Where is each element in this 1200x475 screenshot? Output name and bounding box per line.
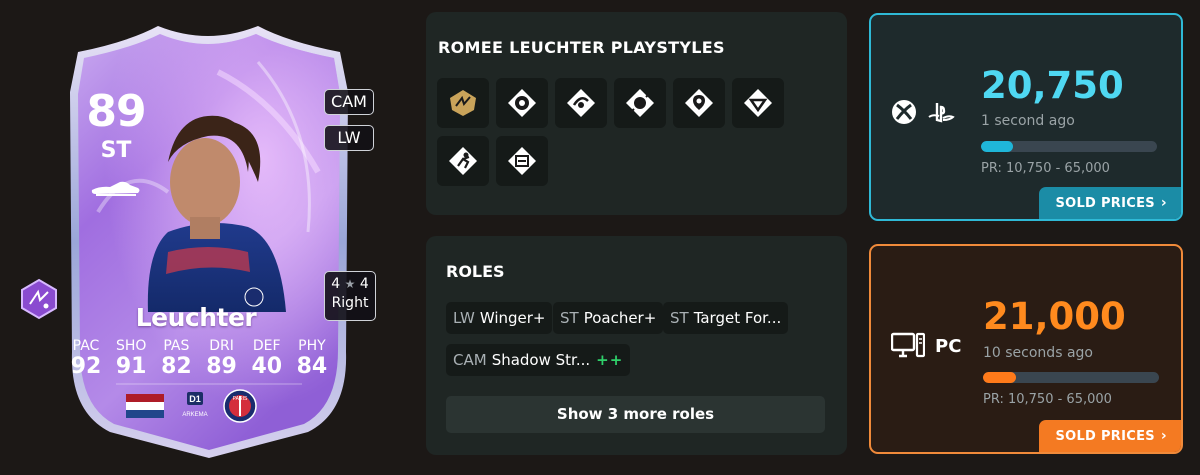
sold-prices-label: SOLD PRICES	[1055, 196, 1155, 211]
stat-phy: PHY 84	[290, 338, 334, 380]
stat-def: DEF 40	[245, 338, 289, 380]
playstyle-plus-gold-icon	[450, 90, 476, 116]
roles-title: ROLES	[446, 262, 505, 281]
role-position: ST	[560, 309, 579, 327]
role-name: Target For...	[693, 309, 782, 327]
stat-label: PAC	[72, 338, 100, 354]
pc-price-box: PC 21,000 10 seconds ago PR: 10,750 - 65…	[869, 244, 1183, 454]
stat-pac: PAC 92	[64, 338, 108, 380]
club-logo-icon: PARIS	[223, 389, 257, 423]
playstation-icon	[928, 103, 955, 123]
stat-label: PAS	[163, 338, 190, 354]
stat-label: PHY	[298, 338, 326, 354]
playstyles-title: ROMEE LEUCHTER PLAYSTYLES	[438, 38, 725, 57]
playstyle-tile[interactable]	[614, 78, 666, 128]
playstyle-tile[interactable]	[496, 136, 548, 186]
pc-sold-prices-button[interactable]: SOLD PRICES ›	[1039, 420, 1181, 452]
stats-row: PAC 92 SHO 91 PAS 82 DRI 89 DEF 40 PHY 8…	[64, 338, 334, 380]
console-price-range-bar	[981, 141, 1157, 152]
role-position: LW	[453, 309, 475, 327]
stat-label: DRI	[209, 338, 234, 354]
svg-text:PARIS: PARIS	[233, 396, 248, 402]
acrobatic-icon	[449, 147, 477, 175]
stat-label: DEF	[252, 338, 281, 354]
playstyle-tile[interactable]	[732, 78, 784, 128]
console-updated-time: 1 second ago	[981, 113, 1075, 129]
pc-price-range-bar	[983, 372, 1159, 383]
playstyle-tile[interactable]	[555, 78, 607, 128]
sold-prices-label: SOLD PRICES	[1055, 429, 1155, 444]
playstyle-tile[interactable]	[496, 78, 548, 128]
stat-label: SHO	[115, 338, 147, 354]
playstyles-panel: ROMEE LEUCHTER PLAYSTYLES	[426, 12, 847, 215]
pc-price: 21,000	[983, 295, 1126, 338]
stat-value: 84	[296, 354, 328, 379]
roles-panel: ROLES LW Winger+ ST Poacher+ ST Target For.…	[426, 236, 847, 455]
console-platform-icons	[891, 99, 955, 125]
skill-weakfoot-badge: 4 ★ 4 Right	[324, 271, 376, 321]
netherlands-flag-icon	[126, 394, 164, 418]
role-chip[interactable]: ST Poacher+	[553, 302, 664, 334]
svg-text:ARKEMA: ARKEMA	[182, 412, 207, 418]
role-chip[interactable]: ST Target For...	[663, 302, 789, 334]
stat-value: 89	[206, 354, 237, 379]
console-sold-prices-button[interactable]: SOLD PRICES ›	[1039, 187, 1181, 219]
pc-updated-time: 10 seconds ago	[983, 345, 1093, 361]
pc-icon	[891, 332, 925, 358]
player-card[interactable]: 89 ST CAM LW 4 ★ 4 Right Leuchter PAC 92…	[18, 12, 400, 464]
preferred-foot: Right	[331, 295, 369, 311]
trickster-icon	[744, 89, 772, 117]
playstyles-grid	[437, 78, 787, 186]
stat-pas: PAS 82	[154, 338, 198, 380]
svg-text:D1: D1	[189, 394, 201, 404]
role-position: ST	[670, 309, 689, 327]
role-chip[interactable]: CAM Shadow Str... ++	[446, 344, 631, 376]
stat-sho: SHO 91	[109, 338, 153, 380]
role-name: Winger+	[479, 309, 546, 327]
first-touch-icon	[508, 147, 536, 175]
playstyle-tile[interactable]	[437, 136, 489, 186]
console-price-range: PR: 10,750 - 65,000	[981, 161, 1110, 176]
alt-position-lw: LW	[324, 125, 374, 151]
role-name: Shadow Str...	[491, 351, 591, 369]
console-price-range-fill	[981, 141, 1013, 152]
evolution-badge-icon	[21, 278, 57, 320]
show-more-roles-button[interactable]: Show 3 more roles	[446, 396, 825, 433]
star-icon: ★	[344, 277, 356, 291]
role-plus-plus: ++	[596, 351, 624, 369]
role-chip[interactable]: LW Winger+	[446, 302, 553, 334]
power-shot-icon	[508, 89, 536, 117]
stat-value: 92	[70, 354, 102, 379]
stat-dri: DRI 89	[200, 338, 244, 380]
stat-value: 91	[115, 354, 147, 379]
role-name: Poacher+	[583, 309, 657, 327]
weak-foot-value: 4	[359, 276, 369, 292]
console-price-box: 20,750 1 second ago PR: 10,750 - 65,000 …	[869, 13, 1183, 221]
stat-value: 40	[251, 354, 283, 379]
pc-price-range: PR: 10,750 - 65,000	[983, 392, 1112, 407]
pc-price-range-fill	[983, 372, 1017, 383]
console-price: 20,750	[981, 64, 1124, 107]
finesse-shot-icon	[567, 89, 595, 117]
playstyle-tile[interactable]	[673, 78, 725, 128]
overall-rating: 89	[86, 86, 146, 137]
chevron-right-icon: ›	[1160, 195, 1167, 211]
playstyle-tile[interactable]	[437, 78, 489, 128]
rapid-icon	[685, 89, 713, 117]
boot-icon	[91, 181, 140, 196]
technical-icon	[626, 89, 654, 117]
alt-position-cam: CAM	[324, 89, 374, 115]
league-logo-icon: D1 ARKEMA	[182, 392, 208, 418]
xbox-icon	[892, 100, 916, 124]
player-name: Leuchter	[135, 303, 257, 332]
role-position: CAM	[453, 351, 487, 369]
skill-moves-value: 4	[331, 276, 341, 292]
chevron-right-icon: ›	[1160, 428, 1167, 444]
stat-value: 82	[161, 354, 192, 379]
pc-platform: PC	[891, 332, 961, 360]
pc-label: PC	[935, 335, 962, 357]
main-position: ST	[100, 138, 132, 163]
